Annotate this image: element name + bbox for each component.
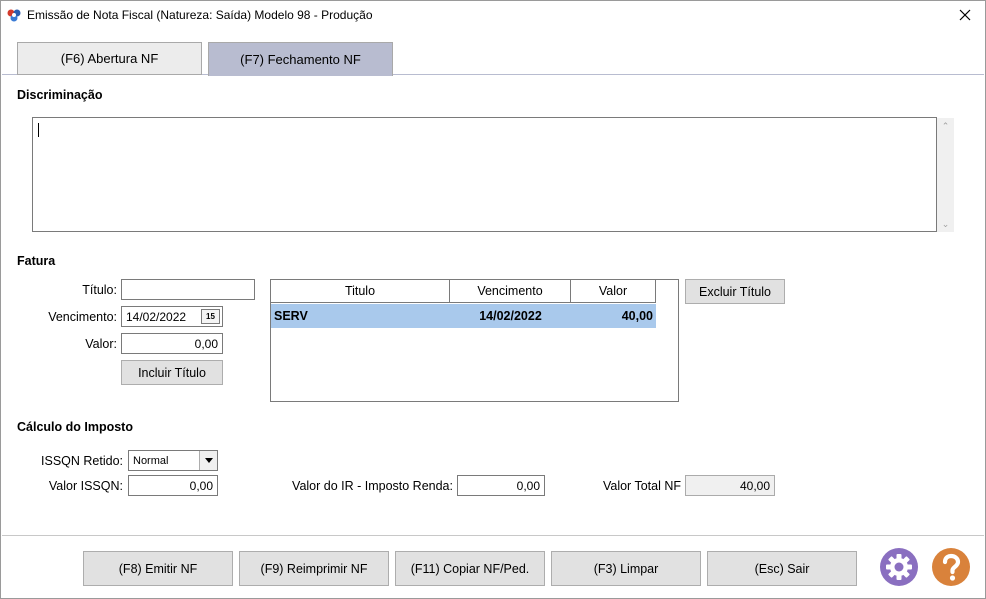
valor-label: Valor: <box>85 337 117 351</box>
valor-input[interactable]: 0,00 <box>121 333 223 354</box>
grid-col-valor[interactable]: Valor <box>571 280 656 303</box>
app-logo-icon <box>7 9 21 22</box>
calendar-badge: 15 <box>206 312 215 321</box>
grid-col-vencimento[interactable]: Vencimento <box>450 280 571 303</box>
tab-fechamento-nf[interactable]: (F7) Fechamento NF <box>208 42 393 76</box>
issqn-retido-label: ISSQN Retido: <box>41 454 123 468</box>
issqn-retido-select[interactable]: Normal <box>128 450 218 471</box>
grid-col-titulo[interactable]: Titulo <box>271 280 450 303</box>
titulos-grid[interactable]: Titulo Vencimento Valor SERV 14/02/2022 … <box>270 279 679 402</box>
titulo-label: Título: <box>82 283 117 297</box>
sair-button[interactable]: (Esc) Sair <box>707 551 857 586</box>
row-vencimento: 14/02/2022 <box>479 309 542 323</box>
chevron-down-icon[interactable] <box>199 451 217 470</box>
text-caret <box>38 123 39 137</box>
excluir-titulo-button[interactable]: Excluir Título <box>685 279 785 304</box>
row-titulo: SERV <box>274 309 308 323</box>
titulo-input[interactable] <box>121 279 255 300</box>
window-title: Emissão de Nota Fiscal (Natureza: Saída)… <box>27 8 373 22</box>
calendar-icon[interactable]: 15 <box>201 309 220 324</box>
issqn-retido-value: Normal <box>133 455 169 467</box>
scroll-down-icon[interactable]: ⌄ <box>937 217 954 231</box>
vencimento-date-picker[interactable]: 14/02/2022 15 <box>121 306 223 327</box>
valor-ir-label: Valor do IR - Imposto Renda: <box>292 479 453 493</box>
incluir-titulo-button[interactable]: Incluir Título <box>121 360 223 385</box>
discriminacao-label: Discriminação <box>17 88 103 102</box>
close-icon <box>959 9 971 21</box>
emitir-nf-button[interactable]: (F8) Emitir NF <box>83 551 233 586</box>
limpar-button[interactable]: (F3) Limpar <box>551 551 701 586</box>
discriminacao-textarea[interactable] <box>32 117 937 232</box>
valor-total-label: Valor Total NF <box>602 479 681 493</box>
valor-issqn-label: Valor ISSQN: <box>48 479 123 493</box>
vencimento-label: Vencimento: <box>48 310 117 324</box>
gear-icon[interactable] <box>879 547 919 587</box>
help-icon[interactable] <box>931 547 971 587</box>
valor-total-field: 40,00 <box>685 475 775 496</box>
main-window: Emissão de Nota Fiscal (Natureza: Saída)… <box>0 0 986 599</box>
valor-issqn-input[interactable]: 0,00 <box>128 475 218 496</box>
vencimento-value: 14/02/2022 <box>126 309 187 324</box>
fatura-label: Fatura <box>17 254 56 268</box>
copiar-nf-button[interactable]: (F11) Copiar NF/Ped. <box>395 551 545 586</box>
reimprimir-nf-button[interactable]: (F9) Reimprimir NF <box>239 551 389 586</box>
scroll-up-icon[interactable]: ⌃ <box>937 119 954 133</box>
table-row[interactable]: SERV 14/02/2022 40,00 <box>271 304 656 328</box>
title-bar: Emissão de Nota Fiscal (Natureza: Saída)… <box>1 1 985 29</box>
tab-abertura-nf[interactable]: (F6) Abertura NF <box>17 42 202 75</box>
calculo-label: Cálculo do Imposto <box>17 420 133 434</box>
footer-divider <box>2 535 984 536</box>
close-button[interactable] <box>945 1 985 29</box>
valor-ir-input[interactable]: 0,00 <box>457 475 545 496</box>
discriminacao-scrollbar[interactable]: ⌃ ⌄ <box>937 118 954 232</box>
grid-header: Titulo Vencimento Valor <box>271 280 656 303</box>
row-valor: 40,00 <box>621 309 653 323</box>
